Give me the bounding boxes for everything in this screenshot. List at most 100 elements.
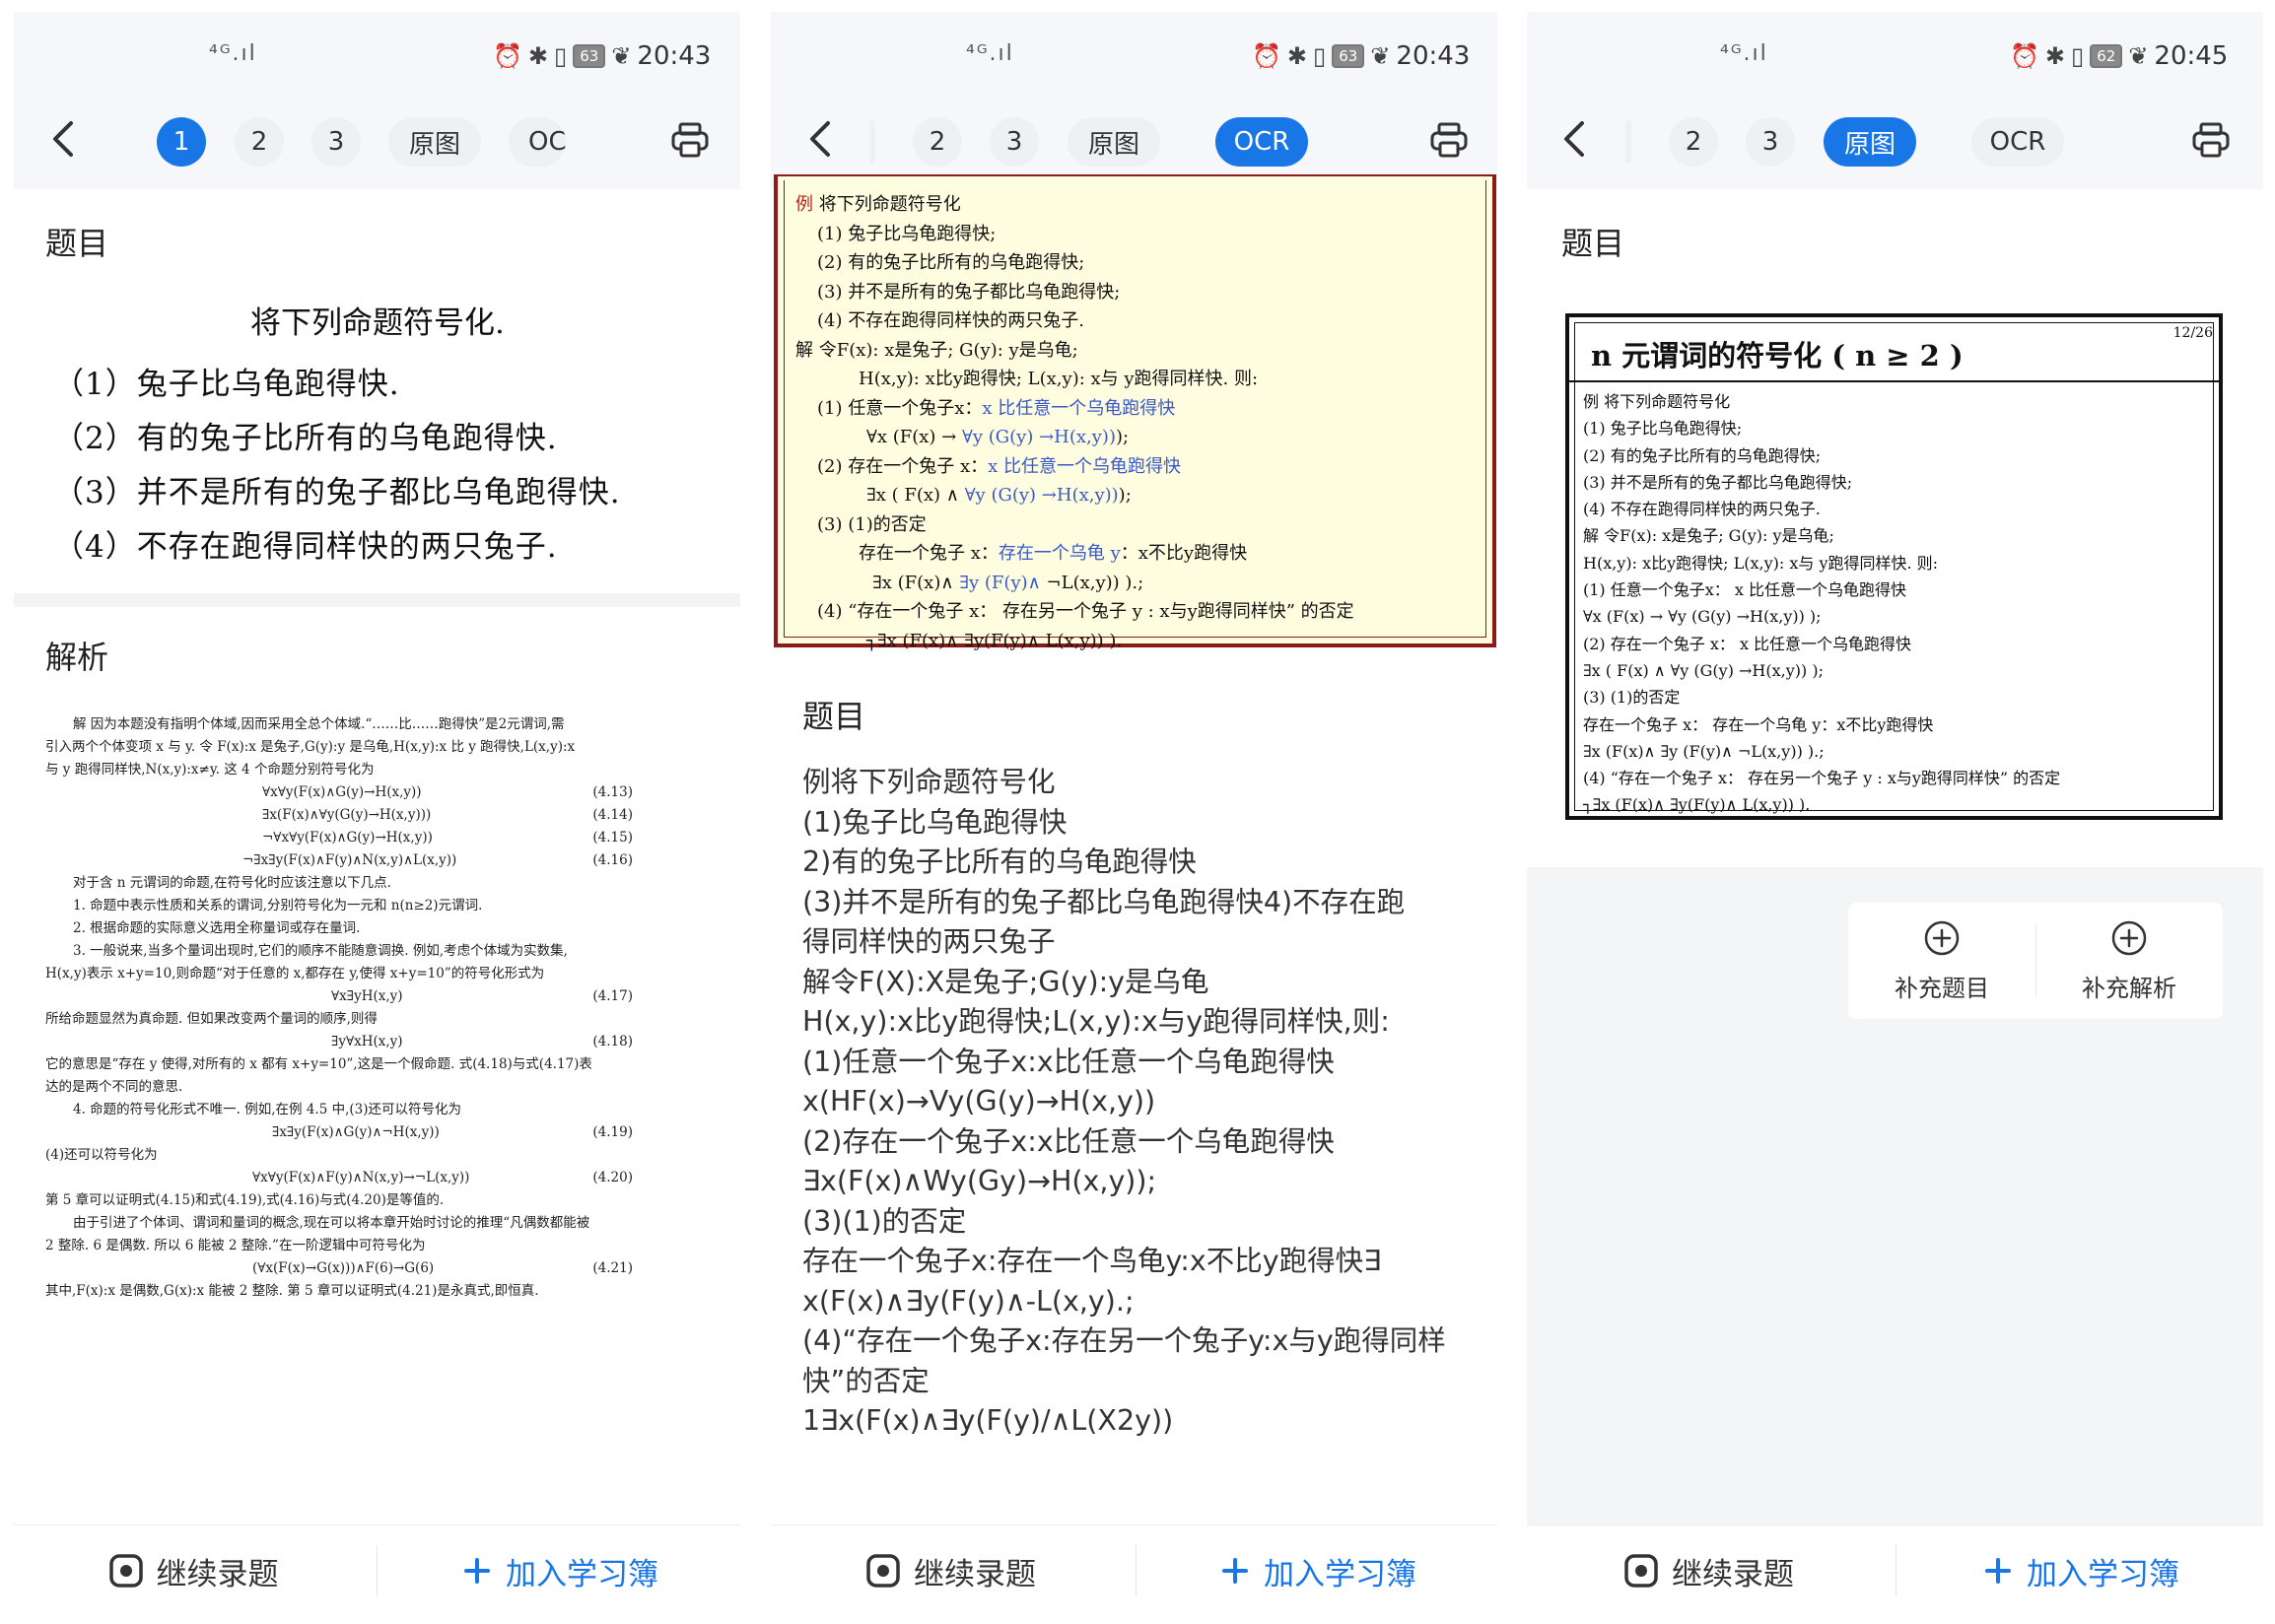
ocr-line: 得同样快的两只兔子 <box>802 925 1056 958</box>
analysis-formula: ∀x∀y(F(x)∧G(y)→H(x,y)) (4.13) <box>45 781 702 804</box>
slide-text-run: ∀y (G(y) →H(x,y)) <box>964 485 1119 506</box>
equation-number: (4.14) <box>592 807 633 823</box>
analysis-line: 第 5 章可以证明式(4.15)和式(4.19),式(4.16)与式(4.20)… <box>45 1192 445 1208</box>
back-arrow-icon[interactable] <box>794 112 848 166</box>
ocr-line: (1)兔子比乌龟跑得快 <box>802 805 1068 839</box>
slide-example-label: 例 <box>795 194 813 215</box>
ocr-line: 存在一个兔子x:存在一个鸟龟y:x不比y跑得快∃ <box>802 1245 1382 1277</box>
back-arrow-icon[interactable] <box>1549 112 1602 166</box>
add-question-label: 补充题目 <box>1895 974 1989 1002</box>
printer-icon[interactable] <box>1421 112 1477 168</box>
tab-1-edge[interactable] <box>869 120 875 164</box>
ocr-line: 2)有的兔子比所有的乌龟跑得快 <box>802 846 1197 878</box>
screen-original-image-tab: ⁴ᴳ.ıl ⏰ ✱ ▯ 62 ❦ 20:45 2 3 原图 OCR 题目 n 元… <box>1527 12 2263 1616</box>
screen-ocr-tab: ⁴ᴳ.ıl ⏰ ✱ ▯ 63 ❦ 20:43 2 3 原图 OCR 例 将下列命… <box>771 12 1497 1616</box>
button-separator <box>377 1545 378 1596</box>
alarm-icon: ⏰ <box>1252 42 1281 70</box>
ocr-result-text: 例将下列命题符号化 (1)兔子比乌龟跑得快 2)有的兔子比所有的乌龟跑得快 (3… <box>802 763 1482 1442</box>
add-to-notebook-button[interactable]: 加入学习簿 <box>380 1525 740 1616</box>
slide-line: 解 令F(x): x是兔子; G(y): y是乌龟; <box>1583 526 1834 546</box>
equation-number: (4.15) <box>592 830 633 846</box>
ocr-line: x(F(x)∧∃y(F(y)∧-L(x,y).; <box>802 1284 1135 1318</box>
tab-3[interactable]: 3 <box>1746 117 1795 167</box>
tab-3[interactable]: 3 <box>311 117 361 167</box>
slide-line: (2) 存在一个兔子 x：x 比任意一个乌龟跑得快 <box>795 452 1354 482</box>
slide-line: ∃x ( F(x) ∧ ∀y (G(y) →H(x,y))); <box>795 481 1354 510</box>
add-to-notebook-button[interactable]: 加入学习簿 <box>1139 1525 1497 1616</box>
slide-line: (4) 不存在跑得同样快的两只兔子. <box>817 310 1084 331</box>
slide-line: ┐∃x (F(x)∧ ∃y(F(y)∧ L(x,y)) ). <box>866 630 1123 651</box>
tab-1[interactable]: 1 <box>157 117 206 167</box>
signal-wifi-indicator: ⁴ᴳ.ıl <box>1720 41 1768 66</box>
analysis-formula: ∃x∃y(F(x)∧G(y)∧¬H(x,y)) (4.19) <box>45 1121 702 1144</box>
tab-ocr[interactable]: OCR <box>1971 117 2064 167</box>
equation-number: (4.13) <box>592 784 633 800</box>
add-analysis-label: 补充解析 <box>2082 974 2176 1002</box>
continue-entry-button[interactable]: 继续录题 <box>771 1525 1132 1616</box>
camera-icon <box>866 1554 900 1588</box>
printer-icon[interactable] <box>662 112 718 168</box>
ocr-line: (1)任意一个兔子x:x比任意一个乌龟跑得快 <box>802 1045 1335 1078</box>
plus-icon <box>1222 1558 1248 1584</box>
slide-text-run: x 比任意一个乌龟跑得快 <box>982 397 1176 419</box>
analysis-line: 所给命题显然为真命题. 但如果改变两个量词的顺序,则得 <box>45 1011 378 1027</box>
original-question-image[interactable]: n 元谓词的符号化 ( n ≥ 2 ) 12/26 例 将下列命题符号化 (1)… <box>1565 313 2223 820</box>
nav-bar: 2 3 原图 OCR <box>1527 91 2263 189</box>
slide-text-run: 存在一个乌龟 y <box>998 543 1121 564</box>
back-arrow-icon[interactable] <box>37 112 91 166</box>
clock: 20:43 <box>1396 41 1471 71</box>
add-question-button[interactable]: 补充题目 <box>1848 903 2035 1019</box>
tab-ocr[interactable]: OC <box>509 117 566 167</box>
bluetooth-icon: ✱ <box>527 42 548 70</box>
formula-text: ∃x(F(x)∧∀y(G(y)→H(x,y))) <box>262 807 432 823</box>
section-title-question: 题目 <box>802 698 866 735</box>
plus-icon <box>1985 1558 2011 1584</box>
slide-page-number: 12/26 <box>2172 325 2213 341</box>
ocr-line: x(HF(x)→Vy(G(y)→H(x,y)) <box>802 1085 1156 1117</box>
analysis-line: (4)还可以符号化为 <box>45 1147 158 1163</box>
slide-line: ∀x (F(x) → ∀y (G(y) →H(x,y)) ); <box>1583 607 1822 627</box>
tab-2[interactable]: 2 <box>1669 117 1718 167</box>
ocr-line: (4)“存在一个兔子x:存在另一个兔子y:x与y跑得同样 <box>802 1324 1446 1357</box>
printer-icon[interactable] <box>2183 112 2239 168</box>
formula-text: ∃y∀xH(x,y) <box>331 1034 403 1049</box>
analysis-formula: ∀x∃yH(x,y) (4.17) <box>45 985 702 1008</box>
tab-3[interactable]: 3 <box>990 117 1039 167</box>
analysis-line: 由于引进了个体词、谓词和量词的概念,现在可以将本章开始时讨论的推理“凡偶数都能被 <box>73 1215 590 1231</box>
continue-entry-button[interactable]: 继续录题 <box>1527 1525 1892 1616</box>
nav-bar: 1 2 3 原图 OC <box>14 91 740 189</box>
slide-line: (1) 任意一个兔子x： x 比任意一个乌龟跑得快 <box>1583 580 1906 600</box>
slide-title: n 元谓词的符号化 ( n ≥ 2 ) <box>1591 339 1964 372</box>
supplement-card: 补充题目 补充解析 <box>1848 903 2223 1019</box>
formula-text: ∃x∃y(F(x)∧G(y)∧¬H(x,y)) <box>272 1124 440 1140</box>
analysis-line: 其中,F(x):x 是偶数,G(x):x 能被 2 整除. 第 5 章可以证明式… <box>45 1283 539 1299</box>
slide-text: 例 将下列命题符号化 (1) 兔子比乌龟跑得快; (2) 有的兔子比所有的乌龟跑… <box>1583 388 2060 819</box>
slide-line: H(x,y): x比y跑得快; L(x,y): x与 y跑得同样快. 则: <box>1583 553 1939 573</box>
analysis-line: 达的是两个不同的意思. <box>45 1079 183 1095</box>
camera-icon <box>1624 1554 1658 1588</box>
bottom-action-bar: 继续录题 加入学习簿 <box>1527 1524 2263 1615</box>
ocr-line: (3)(1)的否定 <box>802 1204 967 1238</box>
slide-line: (2) 有的兔子比所有的乌龟跑得快; <box>1583 445 1822 465</box>
question-content: 将下列命题符号化. （1）兔子比乌龟跑得快. （2）有的兔子比所有的乌龟跑得快.… <box>53 298 621 575</box>
battery-indicator: 63 <box>1332 44 1365 68</box>
add-analysis-button[interactable]: 补充解析 <box>2035 903 2223 1019</box>
analysis-formula: ∀x∀y(F(x)∧F(y)∧N(x,y)→¬L(x,y)) (4.20) <box>45 1167 702 1189</box>
tab-original-image[interactable]: 原图 <box>1068 117 1160 167</box>
continue-entry-button[interactable]: 继续录题 <box>14 1525 374 1616</box>
slide-line: (3) 并不是所有的兔子都比乌龟跑得快; <box>817 281 1121 303</box>
slide-line: (3) 并不是所有的兔子都比乌龟跑得快; <box>1583 472 1853 492</box>
tab-2[interactable]: 2 <box>235 117 284 167</box>
tab-original-image[interactable]: 原图 <box>388 117 481 167</box>
analysis-formula: ¬∃x∃y(F(x)∧F(y)∧N(x,y)∧L(x,y)) (4.16) <box>45 849 702 872</box>
tab-2[interactable]: 2 <box>913 117 962 167</box>
tab-ocr[interactable]: OCR <box>1215 117 1308 167</box>
plus-icon <box>464 1558 490 1584</box>
formula-text: (∀x(F(x)→G(x)))∧F(6)→G(6) <box>252 1260 435 1276</box>
tab-1-edge[interactable] <box>1625 120 1631 164</box>
alarm-icon: ⏰ <box>493 42 522 70</box>
clock: 20:43 <box>637 41 712 71</box>
add-to-notebook-button[interactable]: 加入学习簿 <box>1899 1525 2263 1616</box>
tab-original-image[interactable]: 原图 <box>1824 117 1916 167</box>
slide-line: (2) 有的兔子比所有的乌龟跑得快; <box>817 252 1085 273</box>
